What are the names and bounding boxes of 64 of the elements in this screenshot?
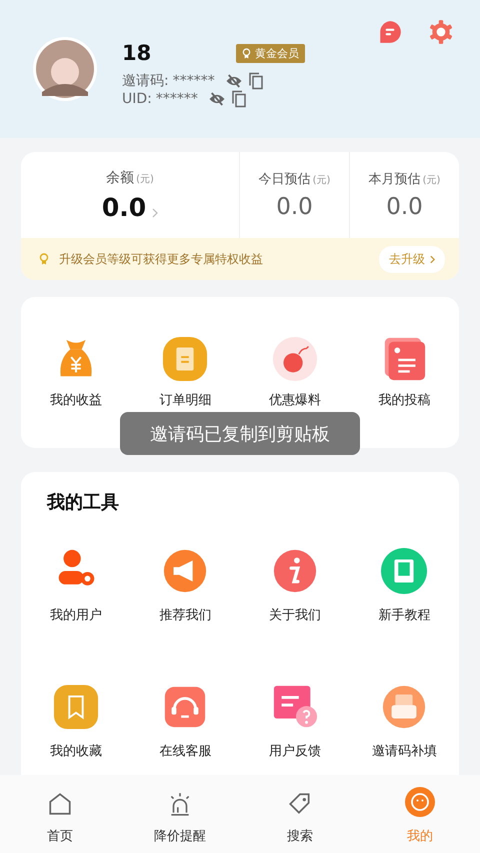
bomb-icon (272, 336, 318, 382)
shortcut-item[interactable]: 订单明细 (130, 336, 240, 409)
uid-label: UID: (122, 90, 152, 106)
tool-item[interactable]: 邀请码补填 (350, 684, 459, 760)
stat-label: 今日预估 (258, 171, 311, 188)
tool-item[interactable]: 我的用户 (21, 548, 130, 624)
member-level: 黄金会员 (255, 46, 299, 60)
shortcut-label: 我的收益 (50, 392, 102, 409)
tool-label: 邀请码补填 (372, 743, 437, 760)
stat-value: 0.0 (276, 194, 313, 220)
unit-label: (元) (312, 174, 330, 187)
tool-item[interactable]: 我的收藏 (21, 684, 130, 760)
home-icon (47, 791, 73, 817)
stat-label: 余额 (106, 168, 134, 186)
unit-label: (元) (422, 174, 440, 187)
shortcut-label: 我的投稿 (378, 392, 430, 409)
tool-item[interactable]: 关于我们 (240, 548, 350, 624)
uid-value: ****** (156, 90, 198, 106)
smiley-icon (405, 787, 435, 817)
invite-code-label: 邀请码: (122, 72, 169, 90)
section-title: 我的工具 (46, 491, 120, 514)
info-icon (272, 548, 318, 594)
medal-icon (39, 253, 49, 265)
tool-item[interactable]: 推荐我们 (130, 548, 240, 624)
bookmark-icon (52, 684, 99, 730)
book-icon (381, 548, 428, 594)
envelope-icon (381, 684, 428, 730)
unit-label: (元) (136, 172, 154, 186)
invite-code-value: ****** (172, 73, 215, 89)
medal-icon (242, 48, 251, 58)
shortcut-item[interactable]: 我的收益 (21, 336, 130, 409)
stat-value[interactable]: 0.0 (102, 192, 146, 222)
tool-label: 我的用户 (50, 607, 102, 624)
megaphone-icon (162, 548, 208, 594)
tool-label: 用户反馈 (268, 743, 321, 760)
upgrade-hint: 升级会员等级可获得更多专属特权收益 (59, 250, 264, 268)
avatar[interactable] (32, 36, 98, 102)
stat-value: 0.0 (386, 194, 423, 220)
user-name: 18 (122, 41, 152, 65)
eye-off-icon[interactable] (224, 72, 243, 90)
copy-icon[interactable] (230, 90, 248, 108)
tool-label: 在线客服 (159, 743, 212, 760)
eye-off-icon[interactable] (208, 90, 226, 108)
tool-label: 新手教程 (378, 607, 430, 624)
tool-label: 推荐我们 (159, 607, 212, 624)
tool-label: 关于我们 (268, 607, 321, 624)
stat-label: 本月预估 (368, 171, 421, 188)
shortcut-item[interactable]: 我的投稿 (350, 336, 459, 409)
clipboard-icon (162, 336, 208, 382)
tool-label: 我的收藏 (50, 743, 102, 760)
shortcut-item[interactable]: 优惠爆料 (240, 336, 350, 409)
tool-item[interactable]: 新手教程 (350, 548, 459, 624)
copy-icon[interactable] (246, 72, 265, 90)
toast-message: 邀请码已复制到剪贴板 (120, 412, 360, 455)
shortcut-label: 订单明细 (159, 392, 212, 409)
nav-tab[interactable]: 搜索 (240, 775, 360, 853)
nav-tab[interactable]: 降价提醒 (120, 775, 240, 853)
feedback-icon (272, 684, 318, 730)
tool-item[interactable]: 用户反馈 (240, 684, 350, 760)
nav-tab[interactable]: 首页 (0, 775, 120, 853)
tool-item[interactable]: 在线客服 (130, 684, 240, 760)
settings-icon[interactable] (428, 19, 454, 45)
shortcut-label: 优惠爆料 (268, 392, 321, 409)
chevron-icon (430, 254, 435, 264)
